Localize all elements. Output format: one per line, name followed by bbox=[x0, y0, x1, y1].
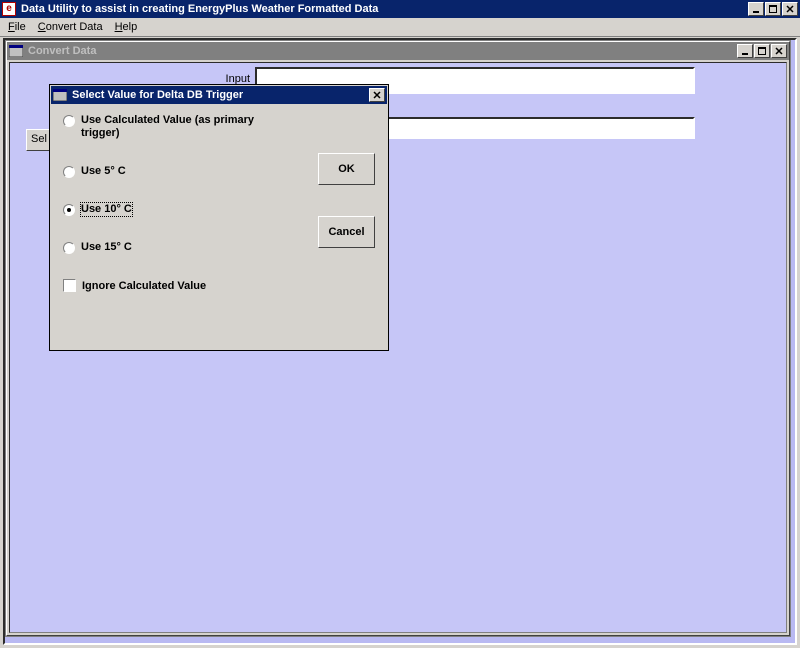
checkbox-label: Ignore Calculated Value bbox=[82, 280, 206, 292]
ignore-calc-checkbox[interactable]: Ignore Calculated Value bbox=[63, 279, 375, 292]
child-close-button[interactable] bbox=[771, 44, 787, 58]
mdi-client: Convert Data Input bbox=[3, 38, 797, 645]
dialog-title: Select Value for Delta DB Trigger bbox=[70, 89, 368, 101]
radio-icon bbox=[63, 166, 75, 178]
radio-label: Use 15° C bbox=[81, 241, 132, 254]
dialog-body: Use Calculated Value (as primary trigger… bbox=[51, 104, 387, 349]
form-icon bbox=[53, 88, 67, 102]
radio-icon bbox=[63, 204, 75, 216]
main-close-button[interactable] bbox=[782, 2, 798, 16]
form-icon bbox=[9, 44, 23, 58]
child-maximize-button[interactable] bbox=[754, 44, 770, 58]
menu-file[interactable]: File bbox=[2, 20, 32, 34]
radio-icon bbox=[63, 115, 75, 127]
checkbox-icon bbox=[63, 279, 76, 292]
radio-label: Use 10° C bbox=[81, 203, 132, 216]
main-titlebar: e Data Utility to assist in creating Ene… bbox=[0, 0, 800, 18]
radio-label: Use 5° C bbox=[81, 165, 126, 178]
menu-help[interactable]: Help bbox=[109, 20, 144, 34]
radio-calc[interactable]: Use Calculated Value (as primary trigger… bbox=[63, 114, 375, 140]
main-title: Data Utility to assist in creating Energ… bbox=[19, 3, 747, 15]
main-maximize-button[interactable] bbox=[765, 2, 781, 16]
child-minimize-button[interactable] bbox=[737, 44, 753, 58]
child-title: Convert Data bbox=[26, 45, 736, 57]
app-icon: e bbox=[2, 2, 16, 16]
radio-10c[interactable]: Use 10° C bbox=[63, 203, 375, 216]
menu-convert-data[interactable]: Convert Data bbox=[32, 20, 109, 34]
child-titlebar: Convert Data bbox=[7, 42, 789, 60]
dialog-close-button[interactable] bbox=[369, 88, 385, 102]
radio-label: Use Calculated Value (as primary trigger… bbox=[81, 114, 261, 140]
main-minimize-button[interactable] bbox=[748, 2, 764, 16]
dialog-titlebar: Select Value for Delta DB Trigger bbox=[51, 86, 387, 104]
main-window: e Data Utility to assist in creating Ene… bbox=[0, 0, 800, 648]
menubar: File Convert Data Help bbox=[0, 18, 800, 37]
ok-button[interactable]: OK bbox=[318, 153, 375, 185]
radio-icon bbox=[63, 242, 75, 254]
delta-db-dialog: Select Value for Delta DB Trigger Use Ca… bbox=[49, 84, 389, 351]
cancel-button[interactable]: Cancel bbox=[318, 216, 375, 248]
